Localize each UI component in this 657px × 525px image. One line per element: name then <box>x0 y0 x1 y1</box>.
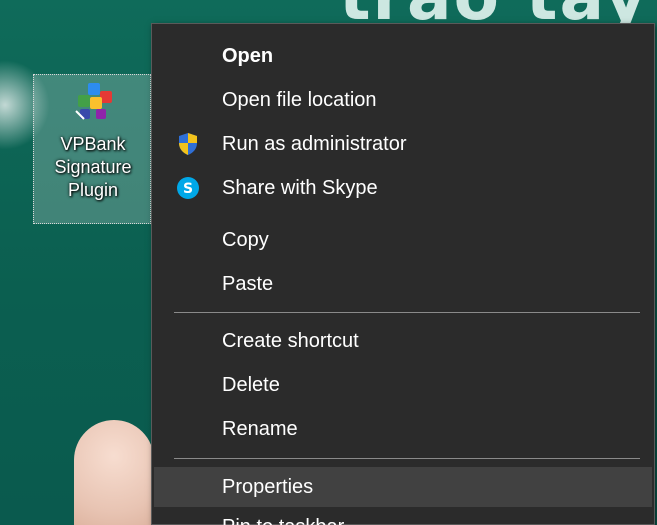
menu-item-open-file-location[interactable]: Open file location <box>154 80 652 120</box>
menu-item-label: Delete <box>222 374 280 396</box>
menu-item-label: Paste <box>222 273 274 295</box>
menu-item-properties[interactable]: Properties <box>154 467 652 507</box>
wallpaper-thumb-image <box>74 420 154 525</box>
menu-item-label: Pin to taskbar <box>222 516 344 525</box>
menu-item-copy[interactable]: Copy <box>154 220 652 260</box>
menu-item-label: Properties <box>222 476 314 498</box>
skype-icon: S <box>177 177 199 199</box>
context-menu: Open Open file location Run as administr… <box>151 23 655 525</box>
menu-item-partial[interactable]: Pin to taskbar <box>222 514 344 525</box>
menu-item-rename[interactable]: Rename <box>154 409 652 449</box>
menu-item-create-shortcut[interactable]: Create shortcut <box>154 321 652 361</box>
menu-item-label: Open file location <box>222 89 377 111</box>
menu-item-label: Copy <box>222 229 269 251</box>
menu-item-paste[interactable]: Paste <box>154 264 652 304</box>
desktop: trao tay VPBank Signature Plugin Open Op… <box>0 0 657 525</box>
menu-separator <box>174 458 640 459</box>
menu-item-label: Rename <box>222 418 298 440</box>
menu-item-label: Create shortcut <box>222 330 359 352</box>
puzzle-plugin-icon <box>75 83 112 120</box>
svg-text:S: S <box>183 181 193 197</box>
menu-item-delete[interactable]: Delete <box>154 365 652 405</box>
menu-item-label: Run as administrator <box>222 133 407 155</box>
desktop-icon-label: VPBank Signature Plugin <box>54 134 132 200</box>
desktop-icon-vpbank-signature-plugin[interactable]: VPBank Signature Plugin <box>33 74 151 224</box>
uac-shield-icon <box>179 133 197 155</box>
menu-item-run-as-administrator[interactable]: Run as administrator <box>154 124 652 164</box>
menu-item-share-with-skype[interactable]: S Share with Skype <box>154 168 652 208</box>
menu-item-label: Share with Skype <box>222 177 378 199</box>
menu-separator <box>174 312 640 313</box>
menu-item-open[interactable]: Open <box>154 36 652 76</box>
menu-item-label: Open <box>222 45 274 67</box>
